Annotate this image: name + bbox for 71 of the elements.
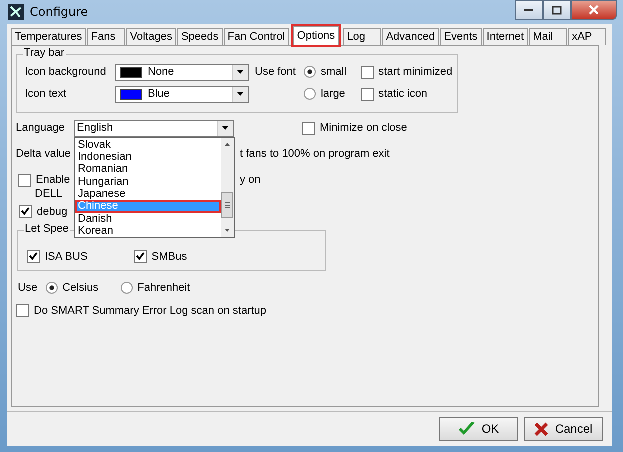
cancel-button[interactable]: Cancel: [524, 417, 603, 441]
minimize-icon: [524, 8, 534, 12]
checkbox-label: ISA BUS: [45, 250, 88, 262]
close-button[interactable]: [571, 0, 617, 20]
maximize-icon: [552, 6, 562, 14]
tab[interactable]: Log: [343, 28, 382, 45]
tab[interactable]: Advanced: [382, 28, 440, 45]
list-item[interactable]: Slovak: [75, 138, 221, 151]
scrollbar[interactable]: [221, 138, 234, 236]
radio-button[interactable]: [46, 282, 58, 294]
field-label: Use: [18, 282, 38, 294]
tab[interactable]: Voltages: [126, 28, 176, 45]
list-item[interactable]: Romanian: [75, 163, 221, 176]
checkbox[interactable]: [360, 66, 374, 78]
tab[interactable]: Fan Control: [224, 28, 290, 45]
radio-label: large: [320, 88, 346, 100]
tab[interactable]: Temperatures: [11, 28, 86, 45]
radio-label: small: [320, 66, 347, 78]
cross-icon: [534, 422, 550, 436]
option-label: t fans to 100% on program exit: [240, 148, 390, 160]
group-title: Let Spee: [24, 223, 70, 235]
tab[interactable]: Mail: [529, 28, 568, 45]
tab[interactable]: Speeds: [177, 28, 223, 45]
close-icon: [589, 5, 599, 15]
list-item[interactable]: Indonesian: [75, 150, 221, 164]
checkbox[interactable]: [360, 88, 374, 100]
checkbox[interactable]: [134, 250, 147, 263]
caret-icon: [222, 126, 229, 130]
list-item[interactable]: Korean: [75, 225, 221, 238]
minimize-button[interactable]: [515, 0, 543, 20]
checkbox[interactable]: [27, 250, 40, 263]
tab[interactable]: Options: [293, 26, 340, 45]
field-label: Language: [16, 122, 66, 134]
window-title: Configure: [30, 5, 88, 19]
list-item[interactable]: Hungarian: [75, 176, 221, 188]
list-item[interactable]: Danish: [75, 212, 221, 226]
checkbox[interactable]: [302, 122, 315, 134]
field-label: Use font: [255, 66, 296, 78]
radio-label: Fahrenheit: [138, 282, 190, 294]
dropdown[interactable]: Blue: [115, 86, 249, 102]
checkbox[interactable]: [16, 304, 29, 317]
maximize-button[interactable]: [543, 0, 571, 20]
tab[interactable]: Internet: [482, 28, 528, 45]
field-label: Icon text: [25, 88, 68, 100]
radio-button[interactable]: [304, 88, 316, 100]
tab[interactable]: xAP: [568, 28, 606, 45]
checkbox-label: Do SMART Summary Error Log scan on startup: [34, 304, 267, 316]
radio-label: Celsius: [62, 282, 99, 294]
caret-icon: [237, 92, 244, 96]
ok-button[interactable]: OK: [439, 417, 518, 441]
checkbox-label: static icon: [378, 88, 428, 100]
caret-icon: [237, 70, 244, 74]
list-item[interactable]: Japanese: [75, 188, 221, 200]
option-label: y on: [240, 174, 261, 186]
checkbox[interactable]: [19, 205, 32, 218]
tab[interactable]: Fans: [87, 28, 126, 45]
field-label: Delta value: [16, 148, 72, 160]
checkbox-label: Enable: [36, 174, 70, 186]
checkbox-label: start minimized: [378, 66, 453, 78]
checkbox[interactable]: [18, 174, 31, 186]
tab[interactable]: Events: [440, 28, 482, 45]
group-title: Tray bar: [23, 47, 66, 59]
checkbox-label: Minimize on close: [320, 122, 408, 134]
checkmark-icon: [458, 421, 476, 437]
checkbox-label: SMBus: [152, 250, 188, 262]
radio-button[interactable]: [120, 282, 133, 294]
checkbox-label: debug: [37, 206, 68, 218]
checkbox-label: DELL: [35, 188, 63, 201]
dropdown[interactable]: None: [115, 64, 249, 80]
field-label: Icon background: [25, 66, 108, 78]
radio-button[interactable]: [304, 66, 316, 78]
